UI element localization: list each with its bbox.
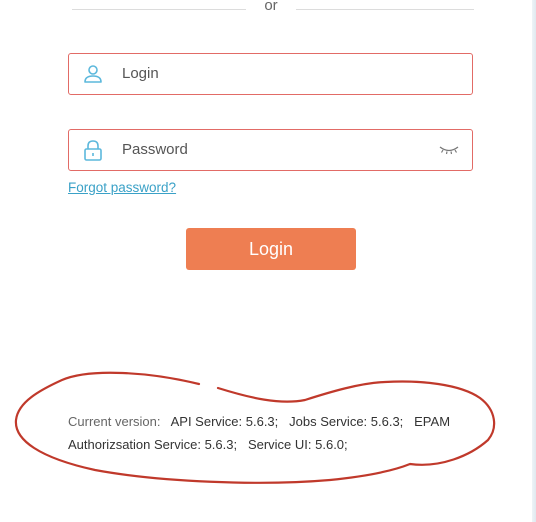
forgot-password-link[interactable]: Forgot password? — [68, 180, 176, 195]
lock-icon — [84, 140, 102, 161]
divider-text: or — [264, 0, 278, 14]
version-label: Current version: — [68, 414, 161, 429]
login-button[interactable]: Login — [186, 228, 356, 270]
divider-line-left — [72, 9, 246, 10]
login-field[interactable] — [68, 53, 473, 95]
user-icon — [84, 65, 102, 83]
eye-closed-icon[interactable] — [438, 143, 460, 157]
password-input[interactable] — [122, 130, 442, 169]
api-service-version: API Service: 5.6.3; — [170, 414, 279, 429]
jobs-service-version: Jobs Service: 5.6.3; — [289, 414, 404, 429]
service-ui-version: Service UI: 5.6.0; — [247, 437, 348, 452]
divider-line-right — [296, 9, 474, 10]
panel-edge — [532, 0, 536, 522]
login-input[interactable] — [122, 54, 442, 93]
version-info: Current version: API Service: 5.6.3; Job… — [68, 410, 488, 456]
password-field[interactable] — [68, 129, 473, 171]
